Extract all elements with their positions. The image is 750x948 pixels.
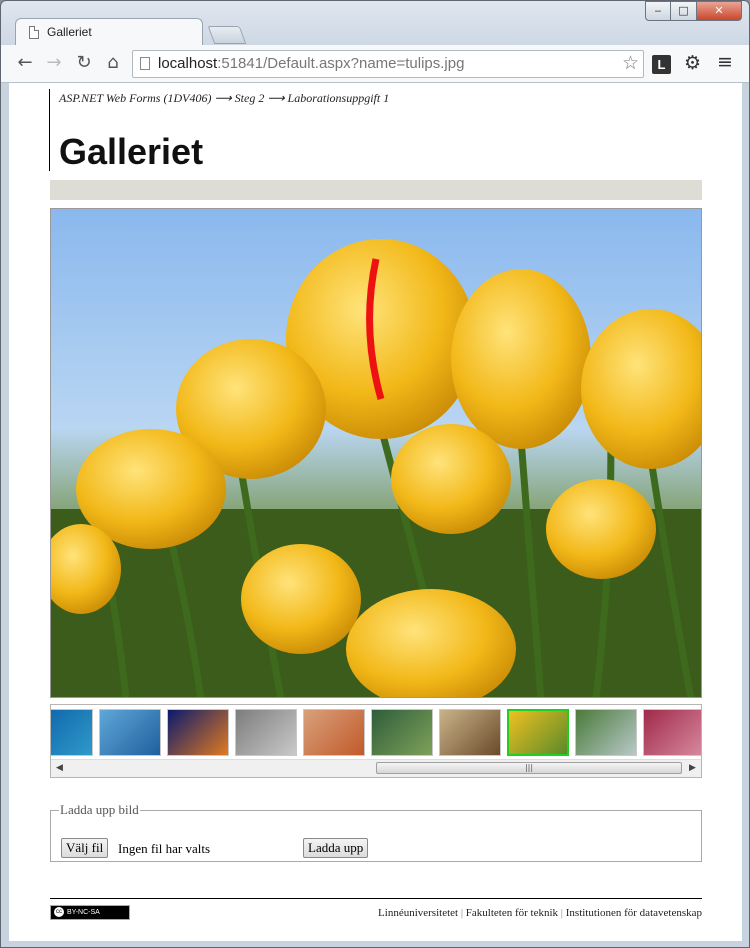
thumbnail-autumn-tree[interactable] (439, 709, 501, 756)
footer-link-institution[interactable]: Institutionen för datavetenskap (566, 907, 702, 919)
scroll-left-arrow-icon[interactable]: ◀ (51, 760, 68, 777)
footer-link-faculty[interactable]: Fakulteten för teknik (466, 907, 558, 919)
thumbnail-strip: ◀ ||| ▶ (50, 704, 702, 778)
cc-license-badge[interactable]: cc BY-NC-SA (50, 905, 130, 920)
tab-title: Galleriet (47, 25, 92, 39)
url-text: localhost:51841/Default.aspx?name=tulips… (158, 55, 465, 72)
browser-toolbar: ← → ↻ ⌂ localhost:51841/Default.aspx?nam… (1, 45, 749, 83)
bookmark-star-icon[interactable]: ☆ (622, 52, 639, 74)
cc-icon: cc (54, 907, 64, 917)
main-image-tulips (50, 208, 702, 698)
reload-icon[interactable]: ↻ (72, 51, 96, 75)
page-icon (140, 57, 150, 70)
minimize-button[interactable]: ‒ (645, 1, 671, 21)
new-tab-button[interactable] (207, 26, 247, 44)
thumbnail-toucan[interactable] (371, 709, 433, 756)
close-window-button[interactable]: ✕ (696, 1, 742, 21)
thumbnail-whale-tail[interactable] (99, 709, 161, 756)
upload-legend: Ladda upp bild (60, 802, 139, 817)
footer-links: Linnéuniversitetet | Fakulteten för tekn… (378, 907, 702, 919)
back-arrow-icon[interactable]: ← (13, 51, 37, 75)
footer-link-lnu[interactable]: Linnéuniversitetet (378, 907, 458, 919)
thumbnail-tulips[interactable] (507, 709, 569, 756)
address-bar[interactable]: localhost:51841/Default.aspx?name=tulips… (132, 50, 644, 78)
forward-arrow-icon[interactable]: → (42, 51, 66, 75)
tab-strip: Galleriet ‒ □ ✕ (1, 1, 749, 46)
scrollbar-thumb[interactable]: ||| (376, 762, 682, 774)
extension-l-icon[interactable]: L (652, 55, 671, 74)
footer-divider (50, 898, 702, 899)
menu-icon[interactable]: ≡ (717, 51, 733, 73)
choose-file-button[interactable]: Välj fil (61, 838, 109, 858)
horizontal-scrollbar[interactable]: ◀ ||| ▶ (51, 759, 701, 777)
header-divider (49, 89, 50, 171)
thumbnail-koala[interactable] (235, 709, 297, 756)
browser-window: Galleriet ‒ □ ✕ ← → ↻ ⌂ localhost:51841/… (0, 0, 750, 948)
thumbnail-desert[interactable] (303, 709, 365, 756)
maximize-button[interactable]: □ (670, 1, 697, 21)
gear-icon[interactable]: ⚙ (684, 52, 701, 74)
tulips-picture (51, 239, 701, 697)
thumbnail-jellyfish[interactable] (167, 709, 229, 756)
page-icon (29, 26, 39, 39)
breadcrumb: ASP.NET Web Forms (1DV406) ⟶ Steg 2 ⟶ La… (59, 91, 390, 105)
license-text: BY-NC-SA (67, 909, 100, 916)
thumbnail-turtle[interactable] (51, 709, 93, 756)
upload-fieldset: Ladda upp bild Välj fil Ingen fil har va… (50, 802, 702, 862)
no-file-text: Ingen fil har valts (118, 841, 211, 856)
header-bar (50, 180, 702, 200)
upload-button[interactable]: Ladda upp (303, 838, 369, 858)
home-icon[interactable]: ⌂ (101, 51, 125, 75)
page-content: ASP.NET Web Forms (1DV406) ⟶ Steg 2 ⟶ La… (9, 83, 742, 941)
tab-galleriet[interactable]: Galleriet (15, 18, 203, 46)
thumbnail-flower[interactable] (643, 709, 701, 756)
scroll-right-arrow-icon[interactable]: ▶ (684, 760, 701, 777)
page-title: Galleriet (59, 131, 204, 172)
thumbnail-waterfall[interactable] (575, 709, 637, 756)
